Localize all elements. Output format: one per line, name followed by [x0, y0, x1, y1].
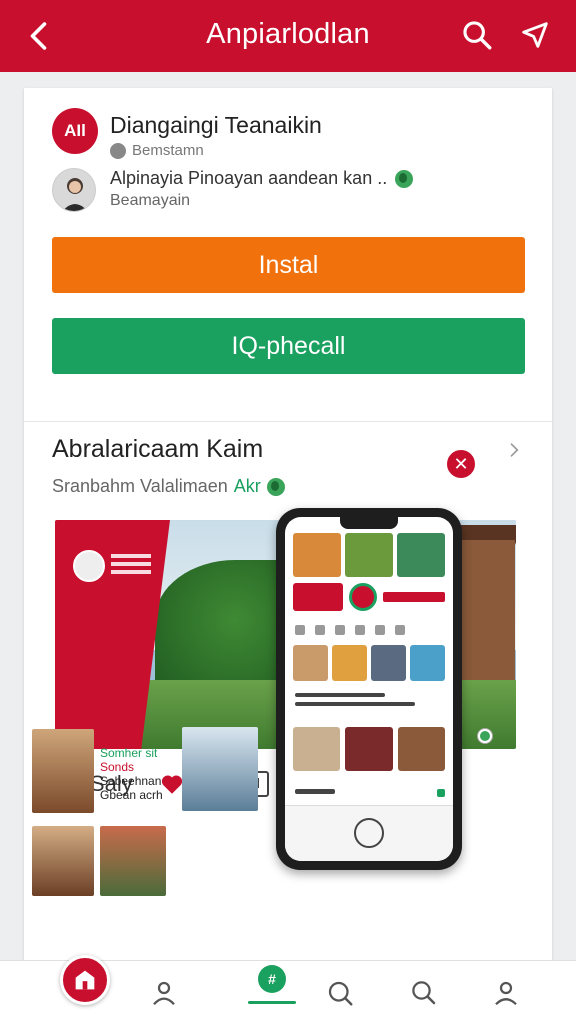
- gear-icon: [110, 142, 126, 159]
- phone-footer: [295, 789, 445, 799]
- account-tab[interactable]: [478, 961, 534, 1024]
- story-line: Pauls: [100, 732, 131, 746]
- phone-home-button: [354, 818, 384, 848]
- phone-home-bar: [285, 805, 453, 861]
- app-subtitle: Alpinayia Pinoayan aandean kan ..: [110, 168, 388, 188]
- story-photo[interactable]: [100, 826, 166, 896]
- avatar[interactable]: [52, 168, 96, 212]
- story-line: Sabeehnan: [100, 774, 162, 788]
- story-text: Pauls Somher sit Sonds Sabeehnan Gbean a…: [100, 732, 163, 802]
- divider: [24, 421, 552, 422]
- bottom-nav: #: [0, 955, 576, 1024]
- home-tab[interactable]: [60, 955, 110, 1005]
- install-button[interactable]: Instal: [52, 237, 525, 293]
- story-line: Sonds: [100, 760, 135, 774]
- globe-icon: [395, 169, 414, 188]
- home-icon: [75, 970, 95, 990]
- app-subtitle-secondary: Beamayain: [110, 192, 191, 209]
- phone-icon-row: [295, 625, 445, 637]
- story-photo[interactable]: [32, 729, 94, 813]
- status-dot: [478, 729, 492, 743]
- secondary-action-button[interactable]: IQ-phecall: [52, 318, 525, 374]
- phone-grid: [293, 533, 445, 577]
- section-subtitle: Sranbahm Valalimaen: [52, 476, 228, 496]
- section-title[interactable]: Abralaricaam Kaim: [52, 435, 263, 464]
- app-bar: Anpiarlodlan: [0, 0, 576, 72]
- banner-text-lines: [111, 554, 151, 578]
- search-icon: [412, 981, 436, 1005]
- close-icon[interactable]: ✕: [445, 448, 477, 480]
- banner-avatar: [73, 550, 105, 582]
- explore-tab[interactable]: [312, 961, 368, 1024]
- share-icon[interactable]: [518, 18, 552, 52]
- developer-name: Bemstamn: [132, 142, 204, 159]
- app-subtitle-row: Alpinayia Pinoayan aandean kan ..: [110, 168, 414, 189]
- phone-notch: [340, 517, 398, 529]
- section-subtitle-accent: Akr: [233, 476, 261, 496]
- search-icon[interactable]: [460, 18, 494, 52]
- tab-badge[interactable]: #: [258, 965, 286, 993]
- person-icon: [153, 981, 175, 1006]
- app-name: Diangaingi Teanaikin: [110, 112, 322, 138]
- user-icon: [495, 981, 517, 1006]
- profile-tab[interactable]: [136, 961, 192, 1024]
- story-photo[interactable]: [182, 727, 258, 811]
- app-logo: AIl: [52, 108, 98, 154]
- story-line: Gbean acrh: [100, 788, 163, 802]
- phone-mockup: [276, 508, 462, 870]
- phone-screen: [285, 517, 453, 861]
- developer-row[interactable]: Bemstamn: [110, 142, 204, 159]
- chevron-right-icon[interactable]: [504, 440, 524, 460]
- active-tab-indicator: [248, 1001, 296, 1004]
- story-photo[interactable]: [32, 826, 94, 896]
- phone-photo-row: [293, 727, 445, 771]
- phone-thumb-row: [293, 645, 445, 681]
- search-tab[interactable]: [396, 961, 452, 1024]
- chat-icon: [328, 981, 353, 1006]
- person-icon: [62, 178, 88, 211]
- globe-icon: [266, 477, 285, 496]
- section-subtitle-row: Sranbahm Valalimaen Akr: [52, 476, 285, 497]
- phone-header-row: [293, 581, 445, 613]
- phone-text-lines: [295, 693, 435, 711]
- story-line: Somher sit: [100, 746, 158, 760]
